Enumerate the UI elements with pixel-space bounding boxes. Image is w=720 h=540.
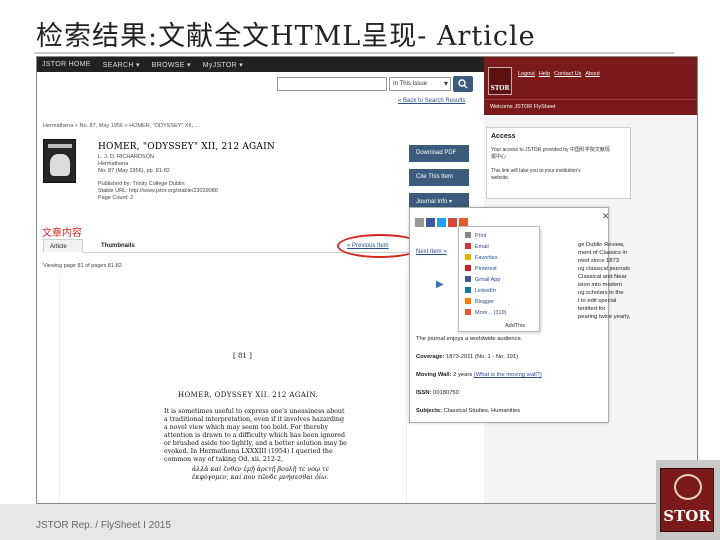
share-menu-item[interactable]: Pinterest — [465, 265, 497, 272]
journal-desc-line: nted since 1873 — [578, 258, 619, 264]
slide: 检索结果:文献全文HTML呈现- Article JSTOR HOME SEAR… — [0, 0, 720, 540]
share-menu-item[interactable]: Blogger — [465, 298, 494, 305]
share-menu-item[interactable]: Email — [465, 243, 489, 250]
access-text: 报中心 — [491, 154, 507, 160]
search-icon — [458, 79, 468, 89]
next-item-link[interactable]: Next Item » — [416, 249, 447, 255]
journal-info-panel: ✕ Next Item » ▶ ge Dublin Review, rnent … — [409, 207, 630, 423]
journal-desc-line: pearing twice yearly, — [578, 314, 631, 320]
jstor-seal-logo: STOR — [660, 468, 714, 532]
share-menu-item[interactable]: More... (319) — [465, 309, 506, 316]
search-scope-select[interactable]: In This Issue — [389, 77, 451, 91]
about-link[interactable]: About — [585, 71, 599, 77]
jstor-screenshot: JSTOR HOME SEARCH ▾ BROWSE ▾ MyJSTOR ▾ I… — [36, 56, 698, 504]
moving-wall-link[interactable]: (What is the moving wall?) — [474, 372, 542, 378]
journal-desc-line: l to edit special — [578, 298, 617, 304]
contact-link[interactable]: Contact Us — [554, 71, 581, 77]
access-text: website. — [491, 175, 510, 181]
scan-page-number: [ 81 ] — [233, 352, 252, 360]
share-menu-item[interactable]: LinkedIn — [465, 287, 496, 294]
nav-home[interactable]: JSTOR HOME — [42, 61, 91, 68]
scan-greek-line: ἐκφύγομεν, καί που τῶνδε μνήσεσθαι ὀίω. — [192, 474, 329, 481]
scan-line: evoked. In Hermathena LXXXIII (1954) I q… — [164, 448, 333, 455]
welcome-text: Welcome JSTOR FlySheet — [490, 104, 556, 110]
article-journal[interactable]: Hermathena — [98, 161, 128, 167]
access-text: Your access to JSTOR provided by 中国科学院文献… — [491, 147, 610, 153]
share-menu-item[interactable]: Print — [465, 232, 486, 239]
journal-desc-line: bmitted for — [578, 306, 606, 312]
page-viewing-status: Viewing page 81 of pages 81-82 — [43, 263, 122, 269]
email-share-icon[interactable] — [415, 218, 424, 227]
top-nav: JSTOR HOME SEARCH ▾ BROWSE ▾ MyJSTOR ▾ — [37, 57, 484, 72]
account-links: Logout Help Contact Us About — [518, 71, 600, 77]
twitter-icon[interactable] — [437, 218, 446, 227]
triangle-right-icon[interactable]: ▶ — [436, 279, 445, 295]
breadcrumb: Hermathena > No. 87, May 1956 > HOMER, "… — [43, 123, 200, 129]
scan-greek-line: ἀλλὰ καὶ ἔνθεν ἐμῇ ἀρετῇ βουλῇ τε νόῳ τε — [192, 466, 329, 473]
access-text: This link will take you to your institut… — [491, 168, 581, 174]
article-stable-url: Stable URL: http://www.jstor.org/stable/… — [98, 188, 218, 194]
coverage-row: Coverage: 1873-2011 (No. 1 - No. 191) — [416, 354, 519, 360]
search-input[interactable] — [277, 77, 387, 91]
article-title: HOMER, "ODYSSEY" XII, 212 AGAIN — [98, 142, 275, 152]
scan-line: a novel view which may seem too bold. Fo… — [164, 424, 329, 431]
logout-link[interactable]: Logout — [518, 71, 535, 77]
title-divider — [34, 52, 674, 54]
journal-desc-line: ng scholars in the — [578, 290, 624, 296]
subjects-row: Subjects: Classical Studies, Humanities — [416, 408, 521, 414]
google-plus-icon[interactable] — [448, 218, 457, 227]
nav-search[interactable]: SEARCH ▾ — [103, 61, 140, 69]
close-icon[interactable]: ✕ — [602, 212, 610, 222]
pdf-page-viewer[interactable]: [ 81 ] HOMER, ODYSSEY XII. 212 AGAIN. It… — [59, 274, 407, 503]
scan-line: a traditional interpretation, even if it… — [164, 416, 344, 423]
jstor-logo[interactable]: STOR — [488, 67, 512, 95]
journal-desc-line: rnent of Classics in — [578, 250, 627, 256]
slide-title: 检索结果:文献全文HTML呈现- Article — [36, 21, 536, 52]
nav-browse[interactable]: BROWSE ▾ — [152, 61, 191, 69]
nav-myjstor[interactable]: MyJSTOR ▾ — [203, 61, 243, 69]
scan-line: It is sometimes useful to express one's … — [164, 408, 345, 415]
content-annotation-label: 文章内容 — [42, 228, 82, 239]
issn-row: ISSN: 00180750 — [416, 390, 459, 396]
article-author[interactable]: L. J. D. RICHARDSON — [98, 154, 154, 160]
download-pdf-button[interactable]: Download PDF — [409, 145, 469, 162]
article-page-count: Page Count: 2 — [98, 195, 134, 201]
moving-wall-row: Moving Wall: 2 years (What is the moving… — [416, 372, 542, 378]
journal-desc-line: Classical and Near — [578, 274, 627, 280]
jstor-header: STOR Logout Help Contact Us About — [484, 57, 697, 99]
tab-article[interactable]: Article — [43, 239, 83, 253]
scan-line: common way of taking Od. xii. 212-2, — [164, 456, 284, 463]
addthis-label: AddThis — [505, 323, 526, 329]
article-issue: No. 87 (May 1956), pp. 81-82 — [98, 168, 170, 174]
slide-footer: JSTOR Rep. / FlySheet I 2015 — [36, 520, 171, 531]
help-link[interactable]: Help — [539, 71, 550, 77]
journal-audience: The journal enjoys a worldwide audience. — [416, 336, 523, 342]
access-title: Access — [491, 133, 516, 140]
scan-line: or brushed aside too lightly, and a bett… — [164, 440, 347, 447]
previous-item-link[interactable]: « Previous Item — [347, 243, 389, 249]
share-menu: Print Email Favorites Pinterest Gmail Ap… — [458, 226, 540, 332]
journal-cover-image — [43, 139, 76, 183]
cite-item-button[interactable]: Cite This Item — [409, 169, 469, 186]
share-menu-item[interactable]: Favorites — [465, 254, 498, 261]
scan-line: attention is drawn to a difficulty which… — [164, 432, 346, 439]
article-publisher: Published by: Trinity College Dublin — [98, 181, 185, 187]
journal-desc-line: ge Dublin Review, — [578, 242, 625, 248]
share-menu-item[interactable]: Gmail App — [465, 276, 500, 283]
facebook-icon[interactable] — [426, 218, 435, 227]
journal-desc-line: ision into modern — [578, 282, 623, 288]
scan-title: HOMER, ODYSSEY XII. 212 AGAIN. — [178, 391, 319, 399]
access-box: Access Your access to JSTOR provided by … — [486, 127, 631, 199]
back-to-results-link[interactable]: « Back to Search Results — [398, 98, 465, 104]
welcome-bar: Welcome JSTOR FlySheet — [484, 99, 697, 115]
tab-thumbnails[interactable]: Thumbnails — [95, 239, 141, 253]
search-button[interactable] — [453, 76, 473, 92]
journal-desc-line: ng classical journals — [578, 266, 630, 272]
